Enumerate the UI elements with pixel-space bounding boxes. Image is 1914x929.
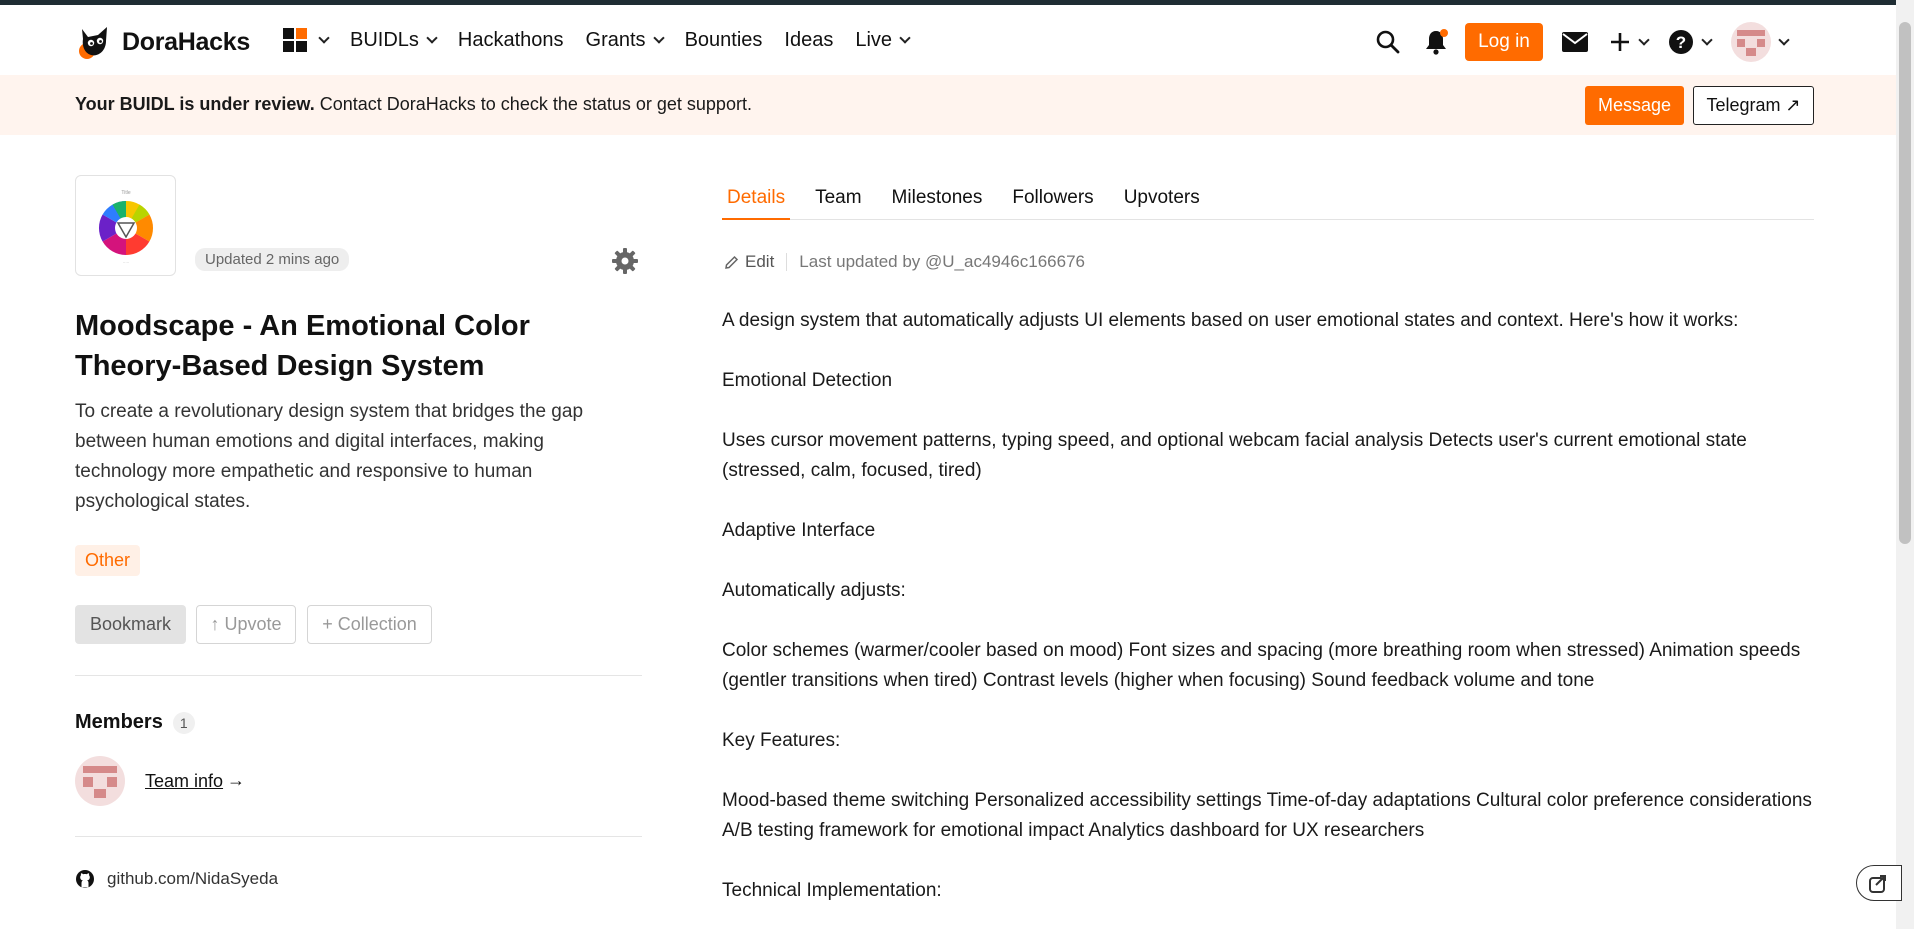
nav-item-hackathons[interactable]: Hackathons: [458, 29, 564, 52]
details-paragraph: Key Features:: [722, 730, 841, 751]
details-paragraph: Mood-based theme switching Personalized …: [722, 790, 1812, 841]
review-banner: Your BUIDL is under review. Contact Dora…: [0, 75, 1896, 135]
details-paragraph: Emotional Detection: [722, 370, 893, 391]
nav-item-bounties[interactable]: Bounties: [685, 29, 763, 52]
header: DoraHacks BUIDLs Hackathons Grants Bount…: [0, 5, 1896, 75]
banner-text: Your BUIDL is under review. Contact Dora…: [75, 94, 752, 114]
message-button[interactable]: Message: [1585, 86, 1684, 125]
gear-icon[interactable]: [611, 247, 639, 280]
bookmark-button[interactable]: Bookmark: [75, 605, 186, 644]
notification-bell-icon[interactable]: [1423, 28, 1449, 56]
avatar: [1731, 22, 1771, 62]
add-collection-button[interactable]: + Collection: [307, 605, 432, 644]
tab-details[interactable]: Details: [722, 183, 791, 220]
login-button[interactable]: Log in: [1465, 23, 1543, 61]
member-avatar[interactable]: [75, 756, 125, 806]
edit-row: Edit Last updated by @U_ac4946c166676: [724, 252, 1085, 272]
github-link[interactable]: github.com/NidaSyeda: [75, 869, 278, 889]
details-paragraph: Color schemes (warmer/cooler based on mo…: [722, 640, 1801, 691]
updated-badge: Updated 2 mins ago: [195, 248, 350, 271]
mail-icon[interactable]: [1561, 31, 1589, 53]
chevron-down-icon: [652, 31, 665, 44]
help-menu[interactable]: ?: [1668, 29, 1713, 55]
divider: [75, 836, 642, 837]
upvote-button[interactable]: ↑ Upvote: [196, 605, 296, 644]
project-logo: Title ·····: [75, 175, 176, 276]
tab-team[interactable]: Team: [810, 183, 866, 220]
project-title: Moodscape - An Emotional Color Theory-Ba…: [75, 310, 530, 382]
details-paragraph: Adaptive Interface: [722, 520, 876, 541]
category-tag[interactable]: Other: [75, 545, 141, 576]
apps-menu[interactable]: [283, 28, 330, 52]
share-icon: [1869, 875, 1886, 893]
main-nav: BUIDLs Hackathons Grants Bounties Ideas …: [283, 25, 931, 55]
logo[interactable]: DoraHacks: [74, 23, 250, 61]
scrollbar-thumb[interactable]: [1899, 22, 1911, 544]
project-description: To create a revolutionary design system …: [75, 401, 584, 512]
svg-text:·····: ·····: [122, 260, 129, 265]
telegram-button[interactable]: Telegram ↗: [1693, 86, 1814, 125]
separator: [786, 253, 788, 271]
details-tabs: Details Team Milestones Followers Upvote…: [722, 183, 1814, 220]
chevron-down-icon: [426, 31, 438, 44]
nav-item-ideas[interactable]: Ideas: [784, 29, 833, 52]
apps-grid-icon: [283, 28, 307, 52]
members-count-badge: 1: [172, 711, 195, 734]
tab-milestones[interactable]: Milestones: [887, 183, 988, 220]
details-paragraph: Technical Implementation:: [722, 880, 942, 901]
chevron-down-icon: [1701, 33, 1713, 46]
details-content: A design system that automatically adjus…: [722, 306, 1822, 929]
share-button[interactable]: [1856, 865, 1902, 901]
arrow-right-icon: →: [227, 770, 245, 790]
nav-item-buidls[interactable]: BUIDLs: [350, 29, 438, 52]
help-icon: ?: [1669, 30, 1693, 54]
details-paragraph: Automatically adjusts:: [722, 580, 906, 601]
divider: [75, 675, 642, 676]
details-paragraph: Uses cursor movement patterns, typing sp…: [722, 430, 1747, 481]
svg-text:?: ?: [1676, 33, 1686, 52]
pencil-icon: [725, 255, 739, 269]
github-icon: [76, 870, 94, 888]
logo-text: DoraHacks: [122, 27, 250, 56]
nav-item-live[interactable]: Live: [855, 29, 911, 52]
team-info-link[interactable]: Team info: [145, 771, 223, 792]
plus-icon: [1611, 33, 1629, 51]
chevron-down-icon: [1778, 33, 1790, 46]
chevron-down-icon: [318, 31, 330, 44]
user-menu[interactable]: [1731, 22, 1790, 62]
edit-button[interactable]: Edit: [724, 252, 774, 272]
tab-upvoters[interactable]: Upvoters: [1119, 183, 1205, 220]
members-heading: Members 1: [75, 711, 195, 734]
tab-followers[interactable]: Followers: [1007, 183, 1098, 220]
nav-item-grants[interactable]: Grants: [586, 29, 665, 52]
search-icon[interactable]: [1375, 29, 1401, 55]
svg-text:Title: Title: [121, 190, 130, 196]
dorahacks-logo-icon: [74, 23, 112, 61]
chevron-down-icon: [1638, 33, 1650, 46]
last-updated-text: Last updated by @U_ac4946c166676: [799, 252, 1085, 271]
create-menu[interactable]: [1609, 31, 1650, 53]
header-actions: Log in ?: [1375, 21, 1790, 63]
chevron-down-icon: [899, 31, 911, 44]
details-paragraph: A design system that automatically adjus…: [722, 310, 1739, 331]
